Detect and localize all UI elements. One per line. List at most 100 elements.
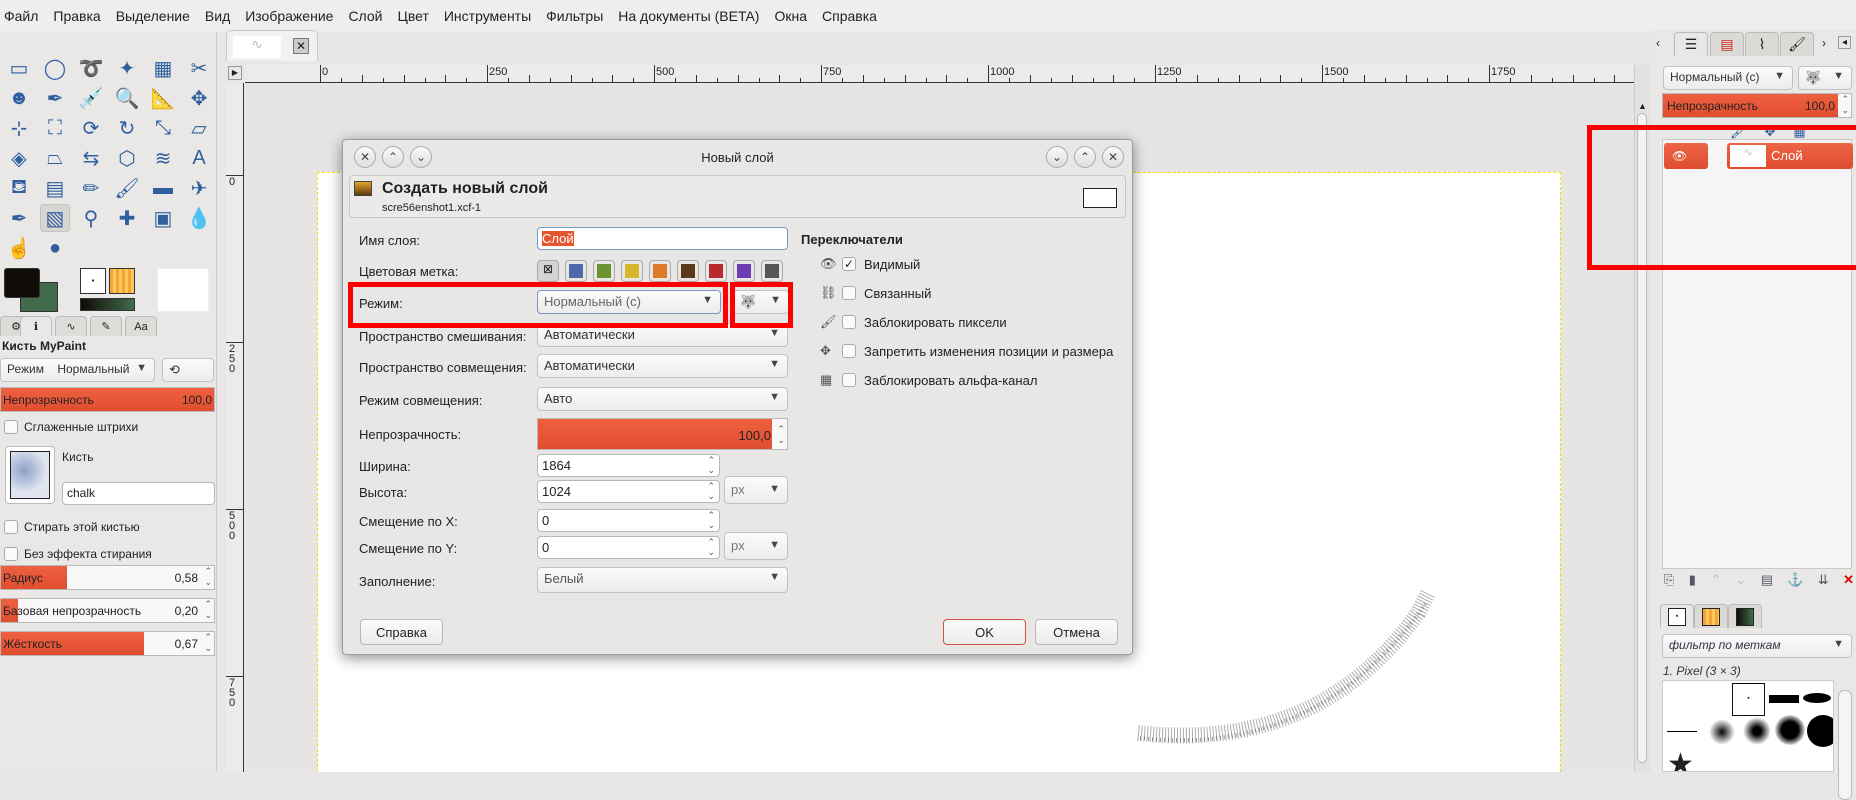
brush-grid[interactable]: ▪ ★ (1662, 680, 1834, 772)
shear-icon[interactable]: ▱ (184, 114, 214, 142)
smooth-strokes-checkbox[interactable] (4, 420, 18, 434)
mode-select[interactable]: Режим Нормальный ▼ (0, 358, 155, 382)
menu-item[interactable]: Фильтры (546, 8, 603, 24)
menu-item[interactable]: Изображение (245, 8, 333, 24)
composite-mode-select[interactable]: Авто ▼ (537, 387, 788, 411)
foreground-select-icon[interactable]: ☻ (4, 84, 34, 112)
handle-transform-icon[interactable]: ◈ (4, 144, 34, 172)
close-icon[interactable]: ✕ (293, 38, 309, 54)
tab-device-status[interactable]: ℹ (20, 316, 52, 336)
tab-pattern-list[interactable] (1694, 604, 1728, 628)
anchor-icon[interactable]: ⚓ (1787, 572, 1803, 588)
align-icon[interactable]: ⊹ (4, 114, 34, 142)
flip-icon[interactable]: ⇆ (76, 144, 106, 172)
paths-icon[interactable]: ✒ (40, 84, 70, 112)
menu-item[interactable]: Правка (53, 8, 100, 24)
heal-icon[interactable]: ✚ (112, 204, 142, 232)
no-erase-checkbox[interactable] (4, 547, 18, 561)
layer-mode-select[interactable]: Нормальный (c) ▼ (1663, 66, 1793, 90)
maximize-icon[interactable]: ⌃ (1074, 146, 1096, 168)
switch-row[interactable]: ⛓ Связанный (820, 285, 931, 301)
bucket-fill-icon[interactable]: ⛾ (4, 174, 34, 202)
switch-row[interactable]: ✥ Запретить изменения позиции и размера (820, 343, 1113, 359)
tab-undo-history[interactable]: ∿ (55, 316, 87, 336)
gradient-icon[interactable]: ▤ (40, 174, 70, 202)
ok-button[interactable]: OK (943, 619, 1026, 645)
pattern-preview[interactable] (109, 268, 135, 294)
rotate-icon[interactable]: ↻ (112, 114, 142, 142)
tab-brush-list[interactable]: ▪ (1660, 604, 1694, 628)
cage-icon[interactable]: ⬡ (112, 144, 142, 172)
perspective-clone-icon[interactable]: ▣ (148, 204, 178, 232)
fuzzy-select-icon[interactable]: ✦ (112, 54, 142, 82)
brush-button[interactable] (5, 446, 55, 504)
switch-checkbox[interactable]: ✓ (842, 257, 856, 271)
foreground-color[interactable] (4, 268, 40, 298)
color-tag-swatch[interactable] (621, 260, 643, 282)
tab-paths[interactable]: ⌇ (1745, 32, 1779, 56)
tab-paths[interactable]: ✎ (90, 316, 122, 336)
unified-transform-icon[interactable]: ⟳ (76, 114, 106, 142)
switch-checkbox[interactable] (842, 286, 856, 300)
airbrush-icon[interactable]: ✈ (184, 174, 214, 202)
brush-name-field[interactable]: chalk (62, 482, 215, 505)
color-tag-swatch[interactable] (677, 260, 699, 282)
image-preview[interactable] (157, 268, 209, 312)
menu-item[interactable]: Цвет (397, 8, 428, 24)
menu-item[interactable]: Инструменты (444, 8, 531, 24)
scale-icon[interactable]: ⤡ (148, 114, 178, 142)
quick-mask-toggle[interactable]: ▶ (228, 66, 242, 80)
tab-scroll-right[interactable]: › (1822, 36, 1826, 50)
new-layer-icon[interactable]: ▮ (1689, 572, 1696, 588)
delete-layer-icon[interactable]: ✕ (1843, 572, 1854, 588)
fill-select[interactable]: Белый ▼ (537, 567, 788, 593)
layer-name-input[interactable]: Слой (537, 227, 788, 250)
ellipse-select-icon[interactable]: ◯ (40, 54, 70, 82)
color-tag-none[interactable]: ⊠ (537, 260, 559, 282)
menu-item[interactable]: Вид (205, 8, 230, 24)
height-input[interactable]: 1024 ⌃ ⌄ (537, 480, 720, 503)
image-tab[interactable]: ∿ ✕ (226, 30, 318, 61)
tab-fonts[interactable]: Aa (125, 316, 157, 336)
measure-icon[interactable]: 📐 (148, 84, 178, 112)
menu-item[interactable]: Выделение (116, 8, 190, 24)
width-input[interactable]: 1864 ⌃ ⌄ (537, 454, 720, 477)
new-layer-group-icon[interactable]: ⎘ (1664, 572, 1674, 588)
warp-icon[interactable]: ≋ (148, 144, 178, 172)
lower-layer-icon[interactable]: ⌄ (1735, 572, 1746, 588)
reset-mode-button[interactable]: ⟲ (162, 358, 214, 382)
switch-row[interactable]: 👁 ✓ Видимый (820, 256, 920, 272)
menu-item[interactable]: Слой (348, 8, 382, 24)
switch-row[interactable]: 🖌 Заблокировать пиксели (820, 314, 1007, 330)
perspective-icon[interactable]: ⏢ (40, 144, 70, 172)
color-picker-icon[interactable]: 💉 (76, 84, 106, 112)
zoom-icon[interactable]: 🔍 (112, 84, 142, 112)
duplicate-layer-icon[interactable]: ▤ (1761, 572, 1773, 588)
no-erase-row[interactable]: Без эффекта стирания (4, 547, 152, 561)
smudge-icon[interactable]: ☝ (4, 234, 34, 262)
help-button[interactable]: Справка (360, 619, 443, 645)
brush-param-slider[interactable]: Радиус 0,58 ⌃ ⌄ (0, 565, 215, 590)
offset-x-input[interactable]: 0 ⌃ ⌄ (537, 509, 720, 532)
tab-gradient-list[interactable] (1728, 604, 1762, 628)
crop-icon[interactable]: ⛶ (40, 114, 70, 142)
move-icon[interactable]: ✥ (184, 84, 214, 112)
switch-checkbox[interactable] (842, 315, 856, 329)
brush-preview[interactable]: ▪ (80, 268, 106, 294)
close-icon[interactable]: ✕ (1102, 146, 1124, 168)
tab-channels[interactable]: ▤ (1710, 32, 1744, 56)
erase-row[interactable]: Стирать этой кистью (4, 520, 140, 534)
color-tag-swatch[interactable] (733, 260, 755, 282)
eraser-icon[interactable]: ▬ (148, 174, 178, 202)
color-tag-swatch[interactable] (593, 260, 615, 282)
menu-item[interactable]: На документы (BETA) (618, 8, 759, 24)
smooth-strokes-row[interactable]: Сглаженные штрихи (4, 420, 138, 434)
switch-checkbox[interactable] (842, 373, 856, 387)
menu-item[interactable]: Файл (4, 8, 38, 24)
brush-param-slider[interactable]: Жёсткость 0,67 ⌃ ⌄ (0, 631, 215, 656)
color-tag-swatch[interactable] (761, 260, 783, 282)
color-tag-swatch[interactable] (649, 260, 671, 282)
select-by-color-icon[interactable]: ▦ (148, 54, 178, 82)
opacity-slider[interactable]: 100,0 ⌃ ⌄ (537, 418, 788, 450)
rect-select-icon[interactable]: ▭ (4, 54, 34, 82)
